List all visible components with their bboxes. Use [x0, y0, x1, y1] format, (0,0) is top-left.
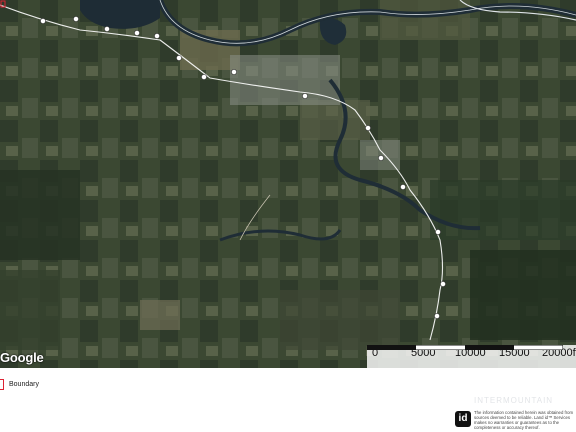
scale-bar-graphic	[367, 345, 563, 350]
property-boundary-marker[interactable]	[0, 0, 6, 8]
land-id-logo: id	[455, 411, 471, 427]
scale-bar: 0 5000 10000 15000 20000ft	[367, 345, 576, 368]
google-logo: Google	[0, 350, 44, 365]
watermark: INTERMOUNTAIN	[474, 396, 554, 405]
boundary-legend-icon	[0, 378, 4, 390]
legend-label-boundary: Boundary	[9, 380, 39, 388]
disclaimer-text: The information contained herein was obt…	[474, 410, 574, 430]
legend: Boundary	[0, 378, 39, 390]
satellite-map[interactable]: Google 0 5000 10000 15000 20000ft	[0, 0, 576, 368]
satellite-imagery	[0, 0, 576, 368]
